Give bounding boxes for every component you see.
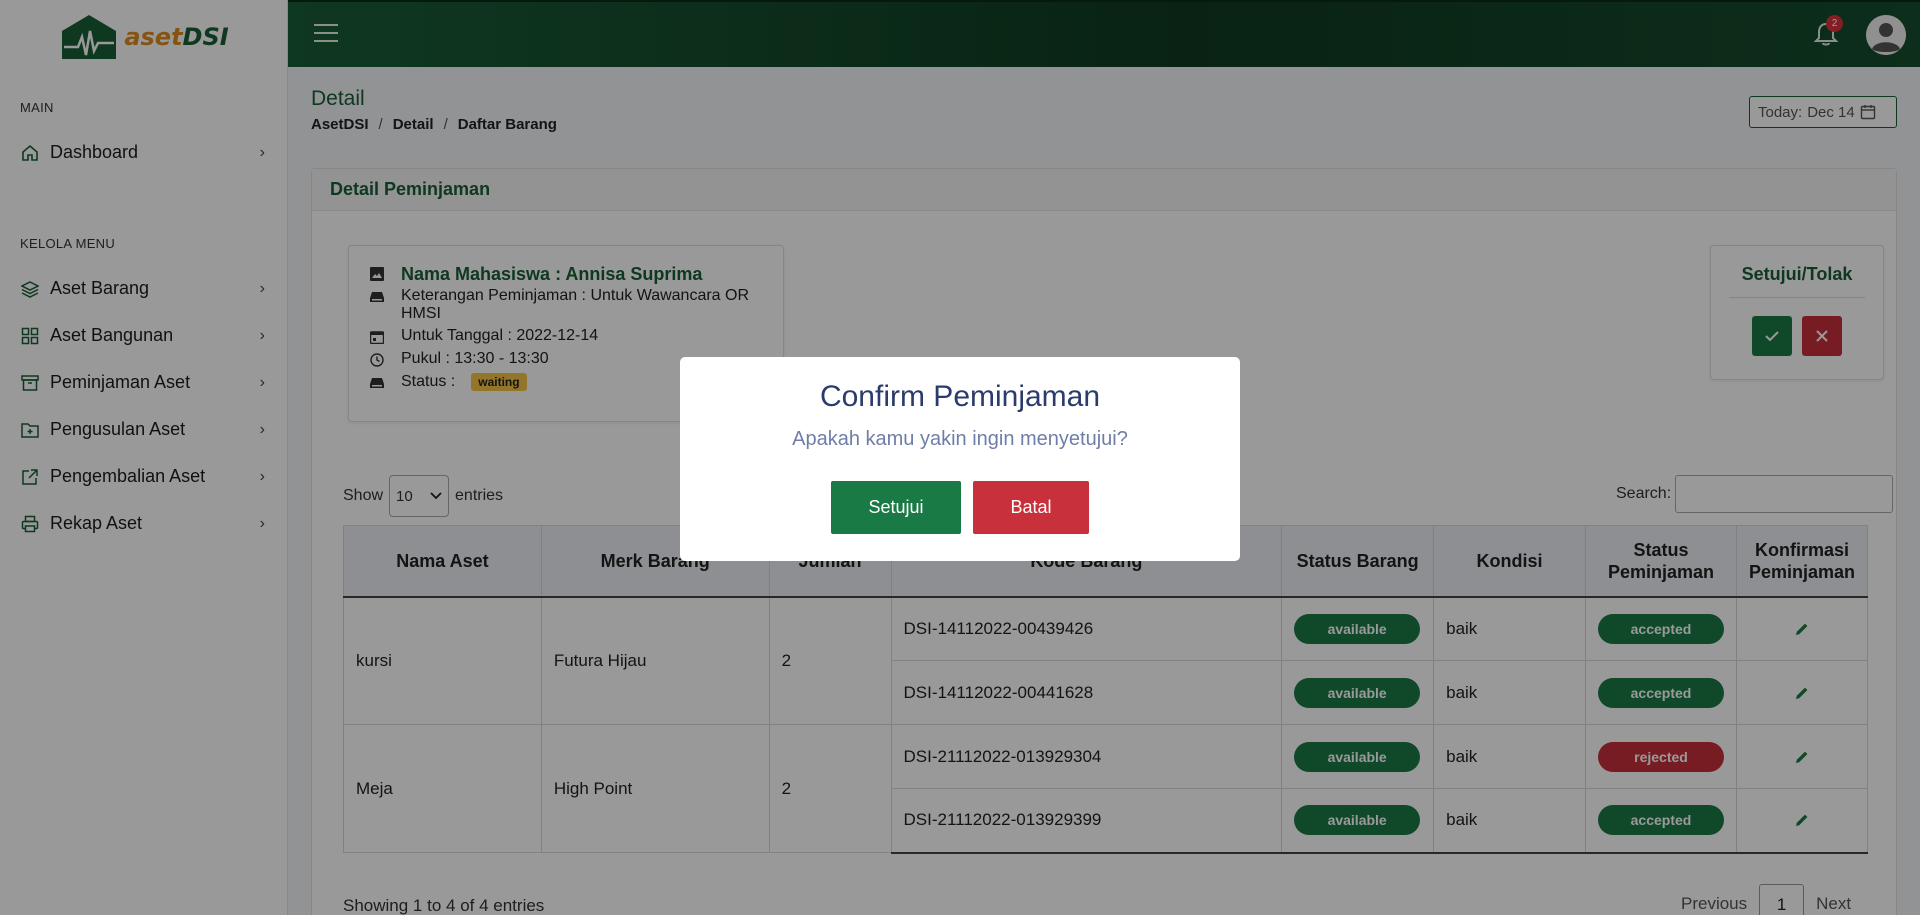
modal-title: Confirm Peminjaman (819, 380, 1101, 413)
confirm-modal: Confirm Peminjaman Apakah kamu yakin ing… (680, 357, 1240, 561)
confirm-approve-button[interactable]: Setujui (831, 481, 961, 534)
cancel-button[interactable]: Batal (973, 481, 1089, 534)
modal-message: Apakah kamu yakin ingin menyetujui? (792, 428, 1128, 450)
